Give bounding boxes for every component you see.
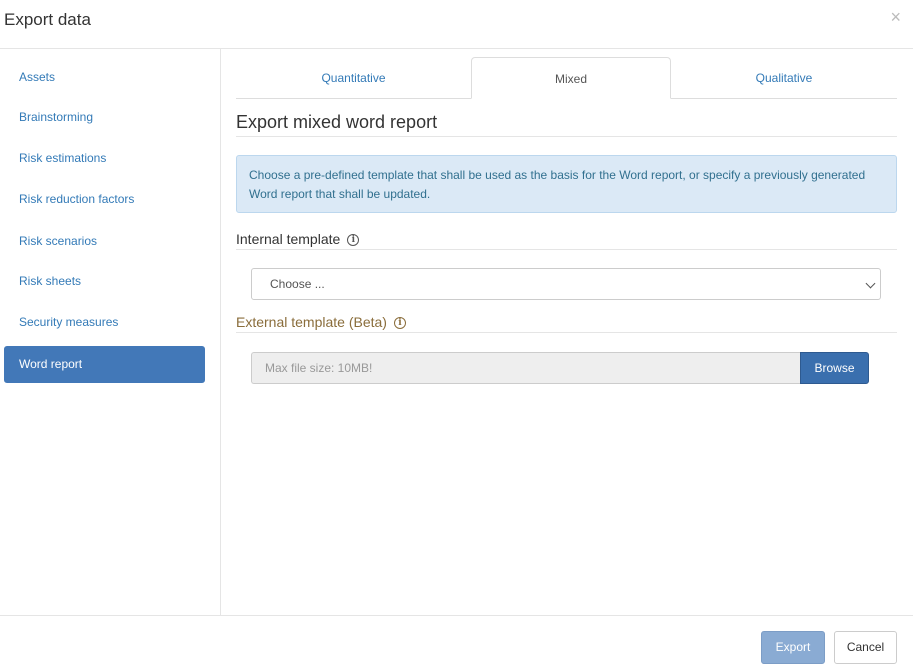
chevron-down-icon bbox=[865, 278, 876, 289]
sidebar-item-assets[interactable]: Assets bbox=[4, 59, 205, 96]
external-template-label: External template (Beta) bbox=[236, 314, 387, 330]
sidebar-item-brainstorming[interactable]: Brainstorming bbox=[4, 99, 205, 136]
sidebar-item-word-report[interactable]: Word report bbox=[4, 346, 205, 383]
external-template-label-row: External template (Beta) i bbox=[236, 315, 897, 333]
export-button[interactable]: Export bbox=[761, 631, 825, 664]
info-alert: Choose a pre-defined template that shall… bbox=[236, 155, 897, 213]
sidebar: Assets Brainstorming Risk estimations Ri… bbox=[0, 49, 221, 615]
sidebar-item-security-measures[interactable]: Security measures bbox=[4, 304, 205, 341]
external-template-file-input[interactable]: Max file size: 10MB! bbox=[251, 352, 801, 384]
tab-qualitative[interactable]: Qualitative bbox=[671, 57, 897, 99]
internal-template-label: Internal template bbox=[236, 231, 341, 247]
modal-footer: Export Cancel bbox=[0, 615, 913, 669]
info-icon[interactable]: i bbox=[393, 317, 406, 329]
sidebar-item-risk-sheets[interactable]: Risk sheets bbox=[4, 263, 205, 300]
internal-template-select-value: Choose ... bbox=[270, 277, 325, 291]
tab-bar: Quantitative Mixed Qualitative bbox=[236, 57, 897, 99]
sidebar-item-risk-reduction-factors[interactable]: Risk reduction factors bbox=[4, 181, 205, 218]
browse-button[interactable]: Browse bbox=[800, 352, 869, 384]
internal-template-select[interactable]: Choose ... bbox=[251, 268, 881, 300]
sidebar-item-risk-estimations[interactable]: Risk estimations bbox=[4, 140, 205, 177]
tab-mixed[interactable]: Mixed bbox=[471, 57, 671, 99]
close-icon[interactable]: × bbox=[890, 8, 901, 26]
info-icon[interactable]: i bbox=[347, 234, 360, 246]
modal-header: Export data × bbox=[0, 0, 913, 49]
section-title: Export mixed word report bbox=[236, 112, 897, 137]
modal-title: Export data bbox=[4, 10, 91, 29]
cancel-button[interactable]: Cancel bbox=[834, 631, 897, 664]
sidebar-item-risk-scenarios[interactable]: Risk scenarios bbox=[4, 223, 205, 260]
internal-template-label-row: Internal template i bbox=[236, 232, 897, 250]
tab-quantitative[interactable]: Quantitative bbox=[236, 57, 471, 99]
